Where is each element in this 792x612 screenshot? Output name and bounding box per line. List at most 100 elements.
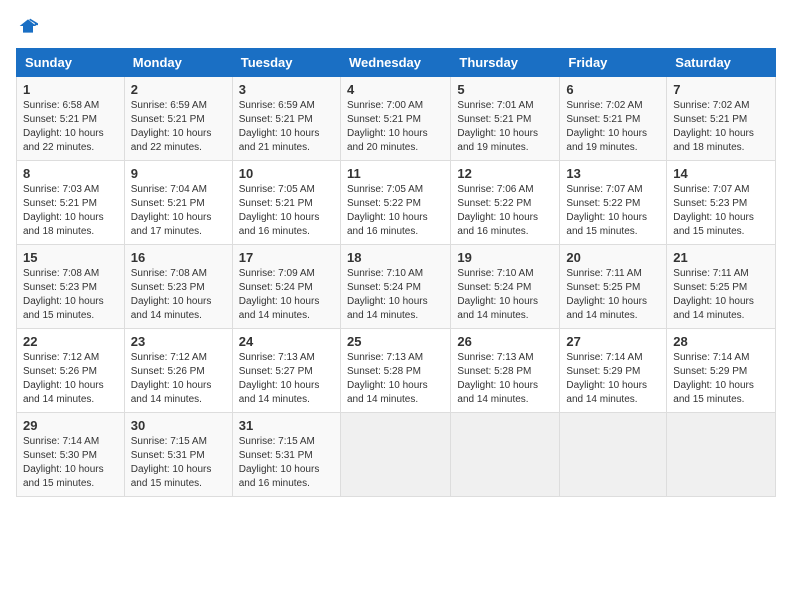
day-number: 4 [347, 82, 444, 97]
calendar-cell: 31 Sunrise: 7:15 AM Sunset: 5:31 PM Dayli… [232, 413, 340, 497]
calendar-cell: 12Sunrise: 7:06 AM Sunset: 5:22 PM Dayli… [451, 161, 560, 245]
day-number: 3 [239, 82, 334, 97]
calendar-cell: 21 Sunrise: 7:11 AM Sunset: 5:25 PM Dayli… [667, 245, 776, 329]
day-number: 5 [457, 82, 553, 97]
calendar-cell: 22 Sunrise: 7:12 AM Sunset: 5:26 PM Dayli… [17, 329, 125, 413]
day-number: 9 [131, 166, 226, 181]
day-number: 20 [566, 250, 660, 265]
day-number: 28 [673, 334, 769, 349]
logo [16, 16, 38, 36]
day-info: Sunrise: 7:14 AM Sunset: 5:29 PM Dayligh… [673, 351, 769, 407]
day-info: Sunrise: 7:01 AM Sunset: 5:21 PM Dayligh… [457, 99, 553, 155]
day-info: Sunrise: 7:05 AM Sunset: 5:22 PM Dayligh… [347, 183, 444, 239]
day-info: Sunrise: 7:04 AM Sunset: 5:21 PM Dayligh… [131, 183, 226, 239]
calendar-week-row: 29 Sunrise: 7:14 AM Sunset: 5:30 PM Dayli… [17, 413, 776, 497]
day-info: Sunrise: 7:09 AM Sunset: 5:24 PM Dayligh… [239, 267, 334, 323]
calendar-cell: 26Sunrise: 7:13 AM Sunset: 5:28 PM Dayli… [451, 329, 560, 413]
day-number: 10 [239, 166, 334, 181]
calendar-cell [451, 413, 560, 497]
calendar-cell: 7 Sunrise: 7:02 AM Sunset: 5:21 PM Daylig… [667, 77, 776, 161]
calendar-header-thursday: Thursday [451, 49, 560, 77]
calendar-cell: 11 Sunrise: 7:05 AM Sunset: 5:22 PM Dayli… [340, 161, 450, 245]
day-info: Sunrise: 7:00 AM Sunset: 5:21 PM Dayligh… [347, 99, 444, 155]
day-info: Sunrise: 6:58 AM Sunset: 5:21 PM Dayligh… [23, 99, 118, 155]
day-number: 19 [457, 250, 553, 265]
calendar-week-row: 1 Sunrise: 6:58 AM Sunset: 5:21 PM Daylig… [17, 77, 776, 161]
day-info: Sunrise: 7:06 AM Sunset: 5:22 PM Dayligh… [457, 183, 553, 239]
day-info: Sunrise: 7:02 AM Sunset: 5:21 PM Dayligh… [673, 99, 769, 155]
calendar-cell: 5 Sunrise: 7:01 AM Sunset: 5:21 PM Daylig… [451, 77, 560, 161]
day-info: Sunrise: 7:13 AM Sunset: 5:28 PM Dayligh… [457, 351, 553, 407]
day-number: 14 [673, 166, 769, 181]
day-info: Sunrise: 7:05 AM Sunset: 5:21 PM Dayligh… [239, 183, 334, 239]
calendar-header-row: SundayMondayTuesdayWednesdayThursdayFrid… [17, 49, 776, 77]
day-info: Sunrise: 7:12 AM Sunset: 5:26 PM Dayligh… [131, 351, 226, 407]
calendar-cell: 1 Sunrise: 6:58 AM Sunset: 5:21 PM Daylig… [17, 77, 125, 161]
calendar-cell: 16Sunrise: 7:08 AM Sunset: 5:23 PM Dayli… [124, 245, 232, 329]
calendar-cell: 3 Sunrise: 6:59 AM Sunset: 5:21 PM Daylig… [232, 77, 340, 161]
day-info: Sunrise: 7:14 AM Sunset: 5:30 PM Dayligh… [23, 435, 118, 491]
day-number: 25 [347, 334, 444, 349]
calendar-table: SundayMondayTuesdayWednesdayThursdayFrid… [16, 48, 776, 497]
day-info: Sunrise: 7:11 AM Sunset: 5:25 PM Dayligh… [566, 267, 660, 323]
day-info: Sunrise: 7:07 AM Sunset: 5:23 PM Dayligh… [673, 183, 769, 239]
calendar-cell: 4 Sunrise: 7:00 AM Sunset: 5:21 PM Daylig… [340, 77, 450, 161]
day-info: Sunrise: 7:08 AM Sunset: 5:23 PM Dayligh… [23, 267, 118, 323]
day-number: 22 [23, 334, 118, 349]
day-number: 8 [23, 166, 118, 181]
calendar-cell: 8 Sunrise: 7:03 AM Sunset: 5:21 PM Daylig… [17, 161, 125, 245]
day-info: Sunrise: 7:03 AM Sunset: 5:21 PM Dayligh… [23, 183, 118, 239]
day-info: Sunrise: 7:13 AM Sunset: 5:27 PM Dayligh… [239, 351, 334, 407]
calendar-header-sunday: Sunday [17, 49, 125, 77]
day-number: 31 [239, 418, 334, 433]
logo-icon [18, 16, 38, 36]
calendar-cell: 18Sunrise: 7:10 AM Sunset: 5:24 PM Dayli… [340, 245, 450, 329]
day-info: Sunrise: 7:15 AM Sunset: 5:31 PM Dayligh… [131, 435, 226, 491]
calendar-cell: 20 Sunrise: 7:11 AM Sunset: 5:25 PM Dayli… [560, 245, 667, 329]
day-number: 17 [239, 250, 334, 265]
day-number: 11 [347, 166, 444, 181]
calendar-cell: 2 Sunrise: 6:59 AM Sunset: 5:21 PM Daylig… [124, 77, 232, 161]
day-number: 6 [566, 82, 660, 97]
day-info: Sunrise: 7:10 AM Sunset: 5:24 PM Dayligh… [457, 267, 553, 323]
day-number: 30 [131, 418, 226, 433]
day-number: 23 [131, 334, 226, 349]
calendar-header-friday: Friday [560, 49, 667, 77]
day-info: Sunrise: 6:59 AM Sunset: 5:21 PM Dayligh… [239, 99, 334, 155]
calendar-cell [340, 413, 450, 497]
day-number: 2 [131, 82, 226, 97]
calendar-cell: 28 Sunrise: 7:14 AM Sunset: 5:29 PM Dayli… [667, 329, 776, 413]
header [16, 16, 776, 36]
calendar-week-row: 8 Sunrise: 7:03 AM Sunset: 5:21 PM Daylig… [17, 161, 776, 245]
day-number: 1 [23, 82, 118, 97]
calendar-cell: 27 Sunrise: 7:14 AM Sunset: 5:29 PM Dayli… [560, 329, 667, 413]
day-info: Sunrise: 7:15 AM Sunset: 5:31 PM Dayligh… [239, 435, 334, 491]
day-number: 7 [673, 82, 769, 97]
day-info: Sunrise: 7:07 AM Sunset: 5:22 PM Dayligh… [566, 183, 660, 239]
day-number: 15 [23, 250, 118, 265]
calendar-cell [667, 413, 776, 497]
calendar-week-row: 15 Sunrise: 7:08 AM Sunset: 5:23 PM Dayli… [17, 245, 776, 329]
day-info: Sunrise: 7:12 AM Sunset: 5:26 PM Dayligh… [23, 351, 118, 407]
calendar-header-wednesday: Wednesday [340, 49, 450, 77]
day-number: 29 [23, 418, 118, 433]
day-info: Sunrise: 7:13 AM Sunset: 5:28 PM Dayligh… [347, 351, 444, 407]
calendar-cell: 19 Sunrise: 7:10 AM Sunset: 5:24 PM Dayli… [451, 245, 560, 329]
day-info: Sunrise: 7:02 AM Sunset: 5:21 PM Dayligh… [566, 99, 660, 155]
day-info: Sunrise: 7:14 AM Sunset: 5:29 PM Dayligh… [566, 351, 660, 407]
day-info: Sunrise: 6:59 AM Sunset: 5:21 PM Dayligh… [131, 99, 226, 155]
day-info: Sunrise: 7:10 AM Sunset: 5:24 PM Dayligh… [347, 267, 444, 323]
calendar-header-tuesday: Tuesday [232, 49, 340, 77]
calendar-cell [560, 413, 667, 497]
calendar-cell: 29 Sunrise: 7:14 AM Sunset: 5:30 PM Dayli… [17, 413, 125, 497]
day-number: 24 [239, 334, 334, 349]
day-number: 21 [673, 250, 769, 265]
calendar-cell: 13 Sunrise: 7:07 AM Sunset: 5:22 PM Dayli… [560, 161, 667, 245]
calendar-cell: 14 Sunrise: 7:07 AM Sunset: 5:23 PM Dayli… [667, 161, 776, 245]
day-number: 13 [566, 166, 660, 181]
day-number: 27 [566, 334, 660, 349]
day-info: Sunrise: 7:08 AM Sunset: 5:23 PM Dayligh… [131, 267, 226, 323]
day-info: Sunrise: 7:11 AM Sunset: 5:25 PM Dayligh… [673, 267, 769, 323]
calendar-week-row: 22 Sunrise: 7:12 AM Sunset: 5:26 PM Dayli… [17, 329, 776, 413]
calendar-cell: 9 Sunrise: 7:04 AM Sunset: 5:21 PM Daylig… [124, 161, 232, 245]
